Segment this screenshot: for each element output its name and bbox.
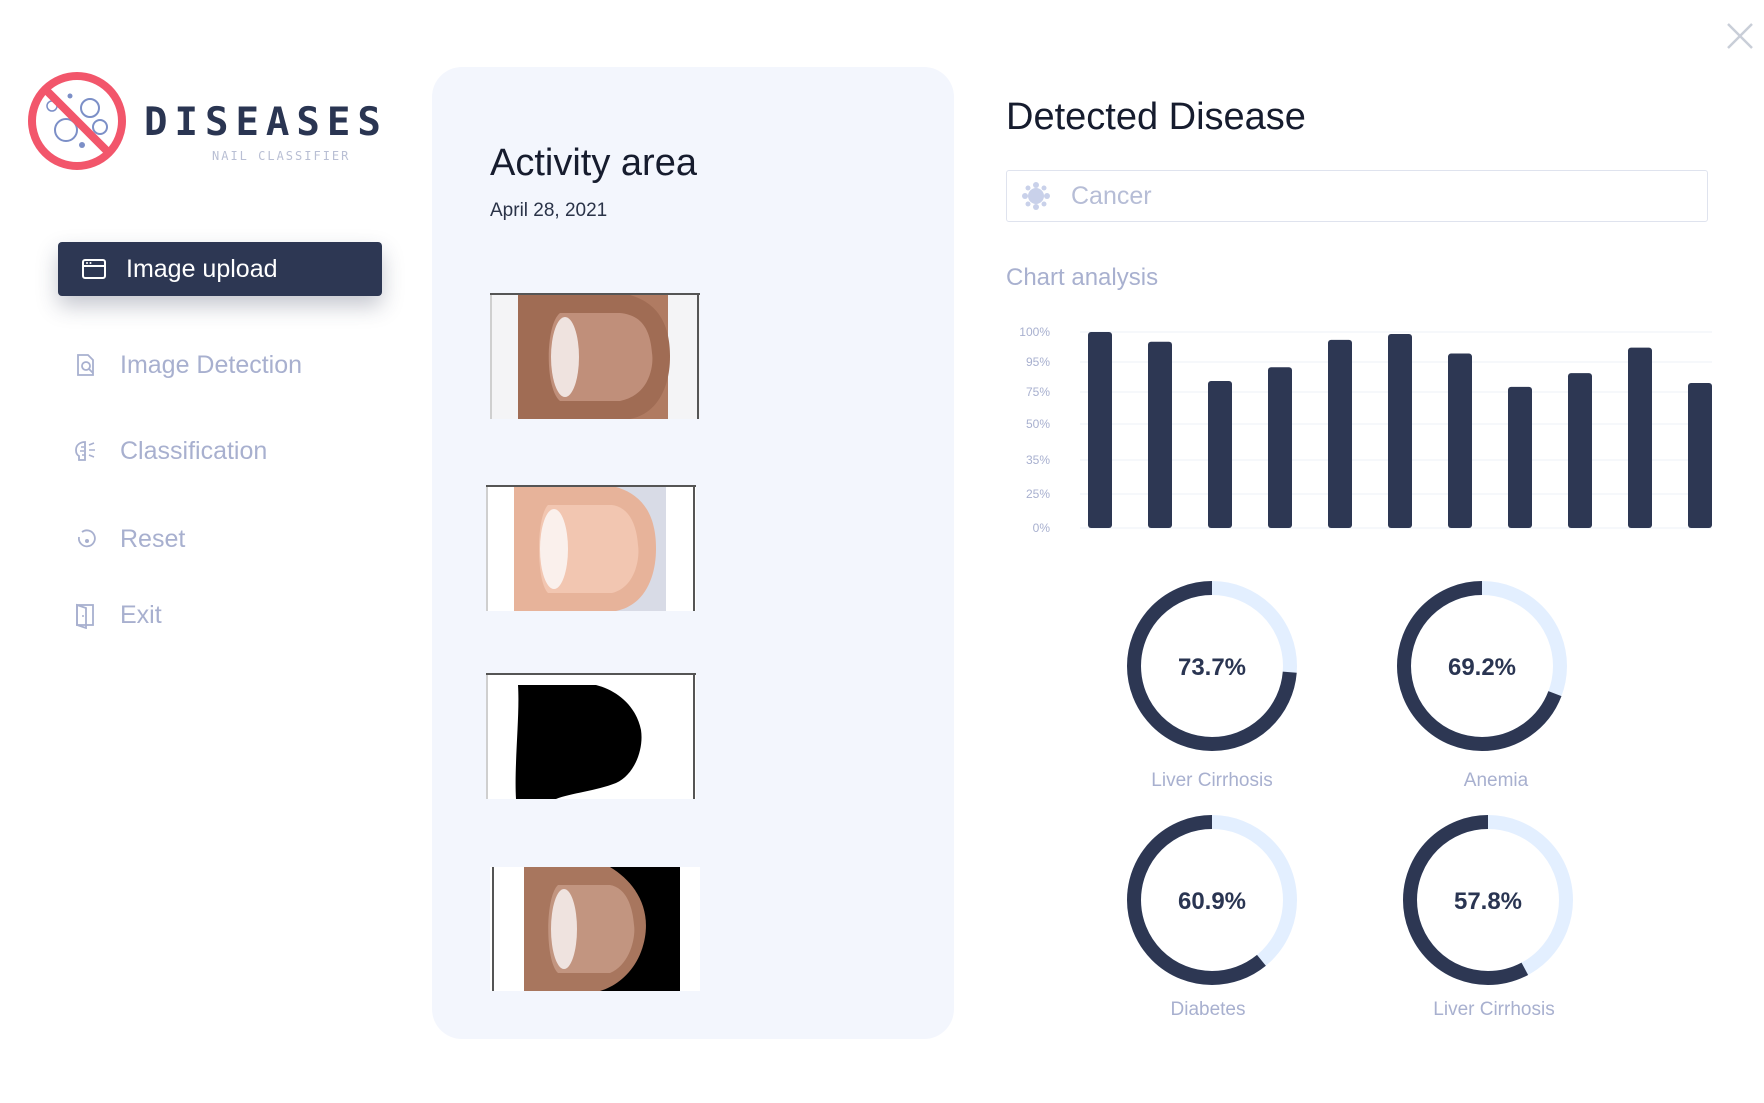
bar <box>1688 382 1712 528</box>
donut-chart-diabetes: 60.9% <box>1127 815 1297 985</box>
detected-disease-value: Cancer <box>1071 181 1152 210</box>
bar <box>1208 381 1232 528</box>
brain-icon <box>75 441 95 461</box>
donut-value: 73.7% <box>1178 654 1246 681</box>
brand-subtitle: NAIL CLASSIFIER <box>212 149 351 163</box>
donut-label: Liver Cirrhosis <box>1433 999 1555 1020</box>
donut-value: 69.2% <box>1448 654 1516 681</box>
y-tick-label: 75% <box>1026 385 1050 399</box>
bar <box>1088 332 1112 528</box>
bar <box>1628 347 1652 528</box>
close-button[interactable] <box>1722 18 1758 54</box>
virus-prohibited-icon <box>28 72 126 170</box>
activity-title: Activity area <box>490 142 697 184</box>
reset-icon <box>78 529 96 548</box>
window-icon <box>82 259 106 279</box>
y-tick-label: 0% <box>1033 521 1051 535</box>
y-tick-label: 25% <box>1026 487 1050 501</box>
virus-icon <box>1022 182 1050 210</box>
brand-logo: DISEASES NAIL CLASSIFIER <box>26 70 381 172</box>
donut-label: Liver Cirrhosis <box>1151 770 1273 791</box>
nail-image-original[interactable] <box>490 293 700 419</box>
detected-disease-field[interactable]: Cancer <box>1006 170 1708 222</box>
nav-item-label: Image upload <box>126 254 278 283</box>
y-tick-label: 35% <box>1026 453 1050 467</box>
close-icon <box>1727 23 1753 49</box>
bar <box>1268 367 1292 528</box>
nav-item-image-upload[interactable]: Image upload <box>58 242 382 296</box>
detected-disease-title: Detected Disease <box>1006 96 1306 138</box>
nav-item-label: Image Detection <box>120 350 303 379</box>
nav-item-exit[interactable]: Exit <box>58 588 382 642</box>
bar <box>1328 339 1352 528</box>
donut-label: Diabetes <box>1170 999 1246 1020</box>
donut-chart-liver-cirrhosis-2: 57.8% <box>1403 815 1573 985</box>
nav-item-classification[interactable]: Classification <box>58 424 382 478</box>
y-tick-label: 50% <box>1026 417 1050 431</box>
nav-item-label: Reset <box>120 524 186 553</box>
activity-panel: Activity area April 28, 2021 <box>432 67 954 1039</box>
bar <box>1388 333 1412 528</box>
nav-item-image-detection[interactable]: Image Detection <box>58 338 382 392</box>
donut-value: 60.9% <box>1178 888 1246 915</box>
exit-door-icon <box>76 603 94 629</box>
donut-chart-liver-cirrhosis: 73.7% <box>1127 581 1297 751</box>
nav-item-label: Exit <box>120 600 162 629</box>
chart-analysis-title: Chart analysis <box>1006 264 1159 291</box>
detect-icon <box>77 354 94 376</box>
nav-item-label: Classification <box>120 436 268 465</box>
y-tick-label: 100% <box>1019 325 1050 339</box>
activity-date: April 28, 2021 <box>490 200 608 221</box>
nail-image-segmented[interactable] <box>490 867 700 991</box>
nail-image-mask[interactable] <box>486 673 696 799</box>
brand-title: DISEASES <box>144 100 388 145</box>
bar <box>1148 341 1172 528</box>
nav-item-reset[interactable]: Reset <box>58 512 382 566</box>
donut-chart-anemia: 69.2% <box>1397 581 1567 751</box>
donut-label: Anemia <box>1463 770 1529 791</box>
donut-value: 57.8% <box>1454 888 1522 915</box>
bar-chart: 0% 25% 35% 50% 75% 95% 100% <box>1019 325 1712 535</box>
nail-image-enhanced[interactable] <box>486 485 696 611</box>
bar <box>1508 386 1532 528</box>
y-tick-label: 95% <box>1026 355 1050 369</box>
bar <box>1568 373 1592 528</box>
bar <box>1448 353 1472 528</box>
